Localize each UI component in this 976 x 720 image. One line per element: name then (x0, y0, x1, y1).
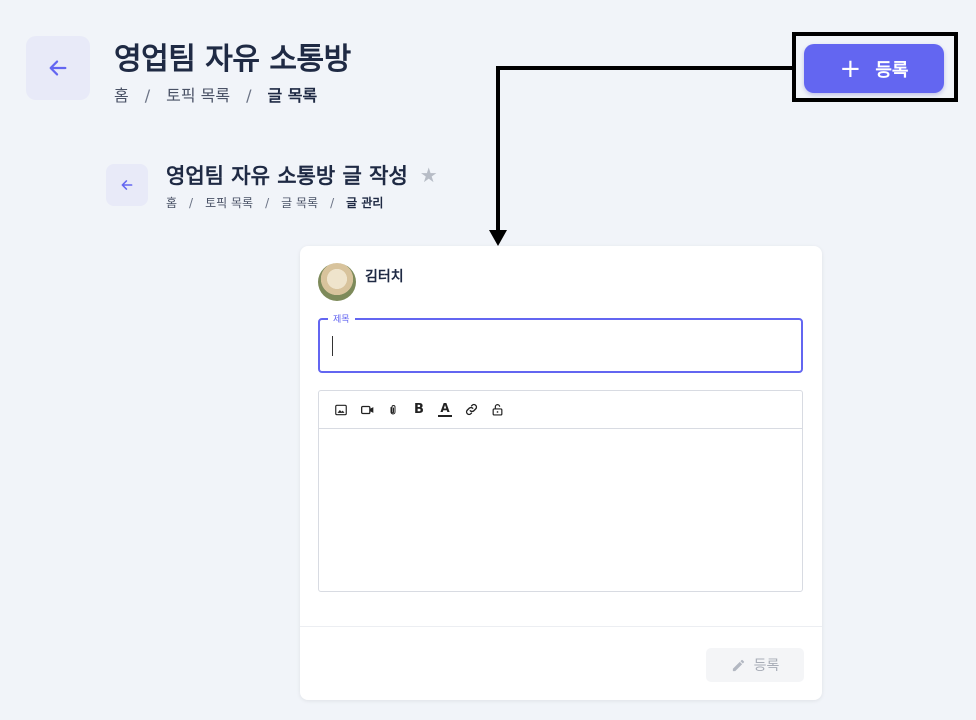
breadcrumb-separator: / (189, 196, 194, 210)
submit-button[interactable]: 등록 (706, 648, 804, 682)
bold-icon[interactable]: B (411, 401, 427, 419)
breadcrumb-separator: / (265, 196, 270, 210)
divider (300, 626, 822, 627)
breadcrumb-post-list: 글 목록 (267, 86, 318, 105)
arrow-left-icon (49, 60, 67, 76)
text-color-letter: A (440, 401, 450, 415)
page-title: 영업팀 자유 소통방 (114, 42, 351, 77)
lock-icon[interactable] (489, 401, 505, 419)
title-field-label: 제목 (328, 312, 355, 325)
author-name: 김터치 (365, 269, 404, 285)
sub-back-button[interactable] (106, 164, 148, 206)
breadcrumb-topic-list[interactable]: 토픽 목록 (205, 194, 253, 211)
annotation-arrow-line (496, 66, 794, 70)
breadcrumb: 홈 / 토픽 목록 / 글 목록 (114, 82, 317, 106)
sub-breadcrumb: 홈 / 토픽 목록 / 글 목록 / 글 관리 (166, 194, 383, 211)
text-caret (332, 336, 333, 356)
title-field[interactable]: 제목 (318, 312, 803, 373)
breadcrumb-topic-list[interactable]: 토픽 목록 (166, 82, 230, 106)
link-icon[interactable] (463, 401, 479, 419)
editor-toolbar: B A (319, 391, 802, 429)
register-button[interactable]: + 등록 (804, 44, 944, 93)
pencil-icon (732, 659, 744, 671)
breadcrumb-post-manage: 글 관리 (346, 196, 384, 210)
sub-page-title: 영업팀 자유 소통방 글 작성 ★ (166, 160, 438, 190)
content-editor: B A (318, 390, 803, 592)
title-input[interactable] (330, 328, 790, 364)
breadcrumb-separator: / (330, 196, 335, 210)
video-icon[interactable] (359, 401, 375, 419)
annotation-arrow-line (496, 66, 500, 232)
attachment-icon[interactable] (385, 401, 401, 419)
favorite-star-icon[interactable]: ★ (420, 163, 438, 187)
plus-icon: + (839, 53, 862, 84)
editor-content-area[interactable] (319, 429, 802, 591)
back-button[interactable] (26, 36, 90, 100)
breadcrumb-home[interactable]: 홈 (114, 82, 129, 106)
breadcrumb-separator: / (144, 86, 151, 105)
avatar (318, 263, 356, 301)
sub-page-title-text: 영업팀 자유 소통방 글 작성 (166, 164, 408, 188)
arrow-left-icon (121, 180, 133, 190)
image-icon[interactable] (333, 401, 349, 419)
breadcrumb-home[interactable]: 홈 (166, 194, 177, 211)
text-color-icon[interactable]: A (437, 401, 453, 419)
register-button-label: 등록 (875, 59, 909, 81)
breadcrumb-separator: / (246, 86, 252, 105)
annotation-arrow-head-icon (489, 230, 507, 246)
post-form-card: 김터치 제목 B A 등록 (300, 246, 822, 700)
submit-button-label: 등록 (753, 658, 780, 674)
text-color-bar (438, 415, 452, 417)
breadcrumb-post-list[interactable]: 글 목록 (281, 194, 318, 211)
